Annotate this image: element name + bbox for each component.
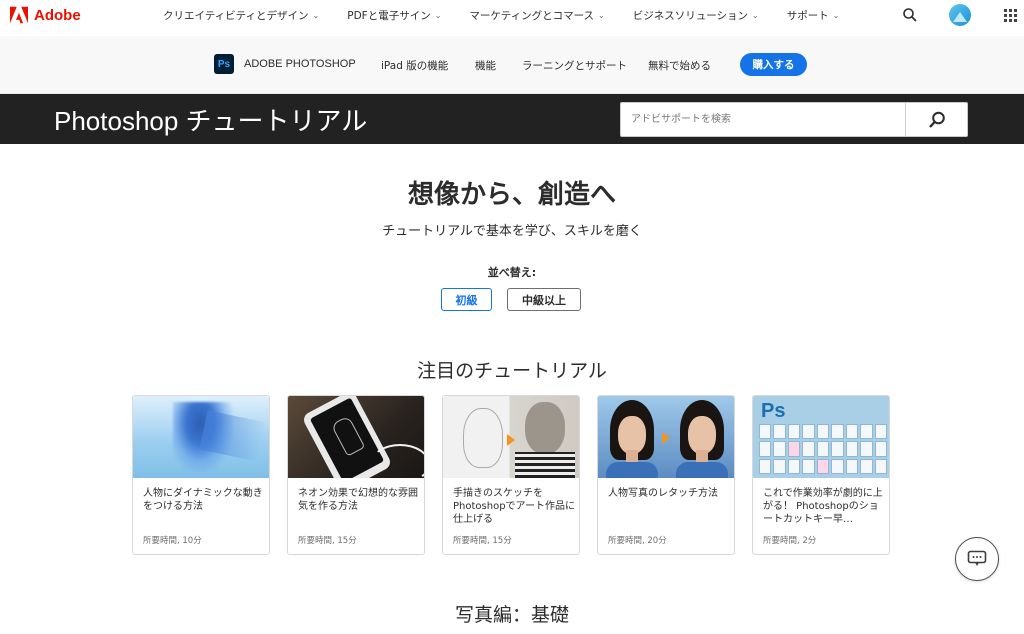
hero-subtitle: チュートリアルで基本を学び、スキルを磨く <box>382 224 642 239</box>
chevron-down-icon: ⌄ <box>752 11 759 20</box>
photoshop-icon: Ps <box>214 54 234 74</box>
global-menu: クリエイティビティとデザイン ⌄ PDFと電子サイン ⌄ マーケティングとコマー… <box>163 8 839 23</box>
brand-name: Adobe <box>34 6 81 24</box>
tutorial-card[interactable]: 人物にダイナミックな動きをつける方法 所要時間, 10分 <box>132 395 270 555</box>
search-icon <box>928 111 945 128</box>
chevron-down-icon: ⌄ <box>312 11 320 20</box>
buy-button[interactable]: 購入する <box>740 53 807 76</box>
card-duration: 所要時間, 15分 <box>298 536 357 546</box>
menu-support[interactable]: サポート ⌄ <box>787 8 840 23</box>
card-title: 人物写真のレタッチ方法 <box>608 488 718 499</box>
tutorial-card[interactable]: 手描きのスケッチをPhotoshopでアート作品に仕上げる 所要時間, 15分 <box>442 395 580 555</box>
link-features[interactable]: 機能 <box>475 58 496 73</box>
menu-label: PDFと電子サイン <box>347 10 431 22</box>
global-nav: Adobe クリエイティビティとデザイン ⌄ PDFと電子サイン ⌄ マーケティ… <box>0 0 1024 33</box>
search-button[interactable] <box>905 103 967 136</box>
tutorial-card[interactable]: ネオン効果で幻想的な雰囲気を作る方法 所要時間, 15分 <box>287 395 425 555</box>
card-duration: 所要時間, 20分 <box>608 536 667 546</box>
menu-pdf[interactable]: PDFと電子サイン ⌄ <box>347 8 441 23</box>
card-thumbnail <box>133 396 269 478</box>
chevron-down-icon: ⌄ <box>434 11 442 20</box>
adobe-logo-icon <box>10 6 28 24</box>
search-input[interactable] <box>621 103 905 136</box>
link-ipad-features[interactable]: iPad 版の機能 <box>381 58 448 73</box>
photo-basics-section-title: 写真編：基礎 <box>454 604 569 626</box>
card-duration: 所要時間, 2分 <box>763 536 817 546</box>
search-icon[interactable] <box>902 7 918 23</box>
chevron-down-icon: ⌄ <box>832 11 840 20</box>
hero-title: 想像から、創造へ <box>407 180 616 210</box>
menu-label: ビジネスソリューション <box>632 10 749 22</box>
card-duration: 所要時間, 10分 <box>143 536 202 546</box>
menu-creativity[interactable]: クリエイティビティとデザイン ⌄ <box>163 8 319 23</box>
menu-label: サポート <box>786 10 829 22</box>
support-search <box>620 102 968 137</box>
adobe-logo[interactable]: Adobe <box>10 6 81 24</box>
sort-label: 並べ替え: <box>487 266 537 279</box>
menu-label: マーケティングとコマース <box>469 10 595 22</box>
sort-beginner-button[interactable]: 初級 <box>441 288 492 311</box>
sort-intermediate-button[interactable]: 中級以上 <box>507 288 581 311</box>
card-title: ネオン効果で幻想的な雰囲気を作る方法 <box>298 488 418 512</box>
local-nav <box>0 36 1024 94</box>
featured-section-title: 注目のチュートリアル <box>417 360 607 382</box>
menu-label: クリエイティビティとデザイン <box>163 10 309 22</box>
card-thumbnail <box>288 396 424 478</box>
chevron-down-icon: ⌄ <box>598 11 605 20</box>
card-title: これで作業効率が劇的に上がる！ Photoshopのショートカットキー早… <box>763 488 883 525</box>
card-thumbnail <box>598 396 734 478</box>
app-switcher-icon[interactable] <box>1004 9 1017 22</box>
tutorial-card[interactable]: 人物写真のレタッチ方法 所要時間, 20分 <box>597 395 735 555</box>
link-learning-support[interactable]: ラーニングとサポート <box>522 58 627 73</box>
card-duration: 所要時間, 15分 <box>453 536 512 546</box>
product-title[interactable]: ADOBE PHOTOSHOP <box>244 58 356 70</box>
link-free-trial[interactable]: 無料で始める <box>648 58 711 73</box>
menu-marketing[interactable]: マーケティングとコマース ⌄ <box>469 8 604 23</box>
chat-button[interactable] <box>955 537 999 581</box>
avatar[interactable] <box>949 4 971 26</box>
tutorial-card[interactable]: Ps これで作業効率が劇的に上がる！ Photoshopのショートカットキー早…… <box>752 395 890 555</box>
page-title: Photoshop チュートリアル <box>54 106 368 136</box>
chat-icon <box>967 550 987 566</box>
card-thumbnail: Ps <box>753 396 889 478</box>
card-thumbnail <box>443 396 579 478</box>
card-title: 人物にダイナミックな動きをつける方法 <box>143 488 263 512</box>
photoshop-icon: Ps <box>761 400 786 422</box>
card-title: 手描きのスケッチをPhotoshopでアート作品に仕上げる <box>453 488 575 525</box>
menu-business[interactable]: ビジネスソリューション ⌄ <box>633 8 759 23</box>
